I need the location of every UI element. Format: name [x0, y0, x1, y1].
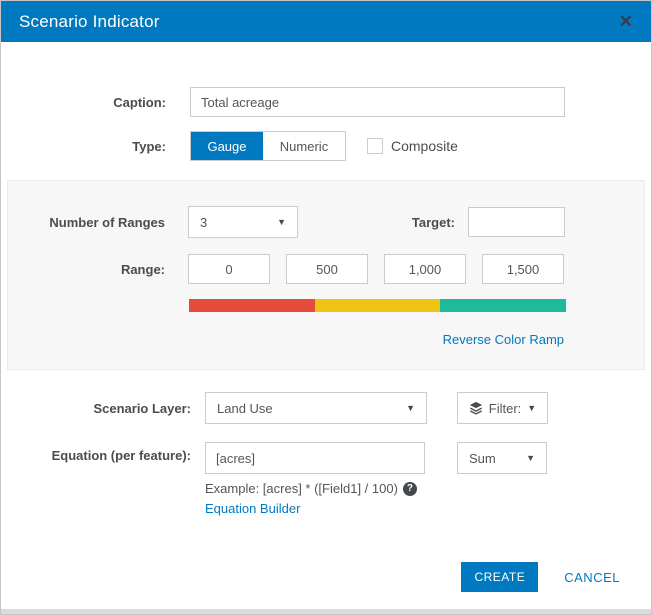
number-of-ranges-label: Number of Ranges — [49, 214, 165, 230]
chevron-down-icon: ▼ — [527, 403, 537, 413]
range-row: Range: — [8, 254, 644, 284]
reverse-color-ramp-link[interactable]: Reverse Color Ramp — [443, 332, 564, 347]
dialog-header: Scenario Indicator ✕ — [1, 1, 651, 42]
help-icon[interactable]: ? — [402, 481, 417, 496]
equation-input[interactable] — [205, 442, 425, 474]
scenario-layer-value: Land Use — [217, 400, 273, 416]
color-ramp-red — [189, 299, 315, 312]
equation-builder-link[interactable]: Equation Builder — [205, 501, 425, 516]
caption-input[interactable] — [190, 87, 565, 117]
scenario-layer-row: Scenario Layer: Land Use ▼ Filter: ▼ — [1, 392, 651, 424]
filter-button[interactable]: Filter: ▼ — [457, 392, 548, 424]
range-input-2[interactable] — [286, 254, 368, 284]
aggregation-select[interactable]: Sum ▼ — [457, 442, 547, 474]
dialog-bottom-strip — [1, 609, 651, 614]
create-button[interactable]: CREATE — [461, 562, 539, 592]
reverse-color-ramp-row: Reverse Color Ramp — [8, 331, 644, 349]
scenario-indicator-dialog: Scenario Indicator ✕ Caption: Type: Gaug… — [0, 0, 652, 615]
chevron-down-icon: ▼ — [277, 217, 286, 227]
chevron-down-icon: ▼ — [526, 453, 535, 463]
composite-checkbox-wrap: Composite — [367, 138, 458, 154]
composite-checkbox[interactable] — [367, 138, 383, 154]
ranges-panel: Number of Ranges 3 ▼ Target: Range: Reve… — [7, 180, 645, 370]
aggregation-value: Sum — [469, 450, 496, 466]
close-icon[interactable]: ✕ — [619, 13, 633, 30]
range-label: Range: — [120, 261, 165, 277]
caption-label: Caption: — [113, 94, 166, 110]
color-ramp-green — [440, 299, 567, 312]
type-option-numeric[interactable]: Numeric — [263, 132, 345, 160]
target-label: Target: — [411, 214, 455, 230]
equation-row: Equation (per feature): Example: [acres]… — [1, 442, 651, 516]
equation-example-line: Example: [acres] * ([Field1] / 100) ? — [205, 481, 425, 496]
layers-icon — [469, 401, 483, 415]
color-ramp — [189, 299, 567, 312]
scenario-layer-select[interactable]: Land Use ▼ — [205, 392, 427, 424]
type-label: Type: — [132, 138, 166, 154]
dialog-title: Scenario Indicator — [19, 11, 160, 31]
range-input-3[interactable] — [384, 254, 466, 284]
equation-example-text: Example: [acres] * ([Field1] / 100) — [205, 481, 398, 496]
number-of-ranges-select[interactable]: 3 ▼ — [188, 206, 298, 238]
number-of-ranges-row: Number of Ranges 3 ▼ Target: — [8, 206, 644, 238]
filter-label: Filter: — [488, 400, 522, 416]
dialog-footer: CREATE CANCEL — [1, 562, 651, 592]
range-input-4[interactable] — [482, 254, 564, 284]
range-input-1[interactable] — [188, 254, 270, 284]
cancel-link[interactable]: CANCEL — [564, 570, 620, 585]
equation-column: Example: [acres] * ([Field1] / 100) ? Eq… — [205, 442, 425, 516]
type-row: Type: Gauge Numeric Composite — [1, 131, 651, 161]
composite-label: Composite — [391, 138, 458, 154]
target-input[interactable] — [468, 207, 565, 237]
equation-label: Equation (per feature): — [51, 448, 191, 463]
type-toggle: Gauge Numeric — [190, 131, 346, 161]
type-option-gauge[interactable]: Gauge — [191, 132, 263, 160]
caption-row: Caption: — [1, 87, 651, 117]
color-ramp-yellow — [314, 299, 441, 312]
chevron-down-icon: ▼ — [406, 403, 415, 413]
number-of-ranges-value: 3 — [200, 214, 208, 230]
scenario-layer-label: Scenario Layer: — [93, 400, 191, 416]
